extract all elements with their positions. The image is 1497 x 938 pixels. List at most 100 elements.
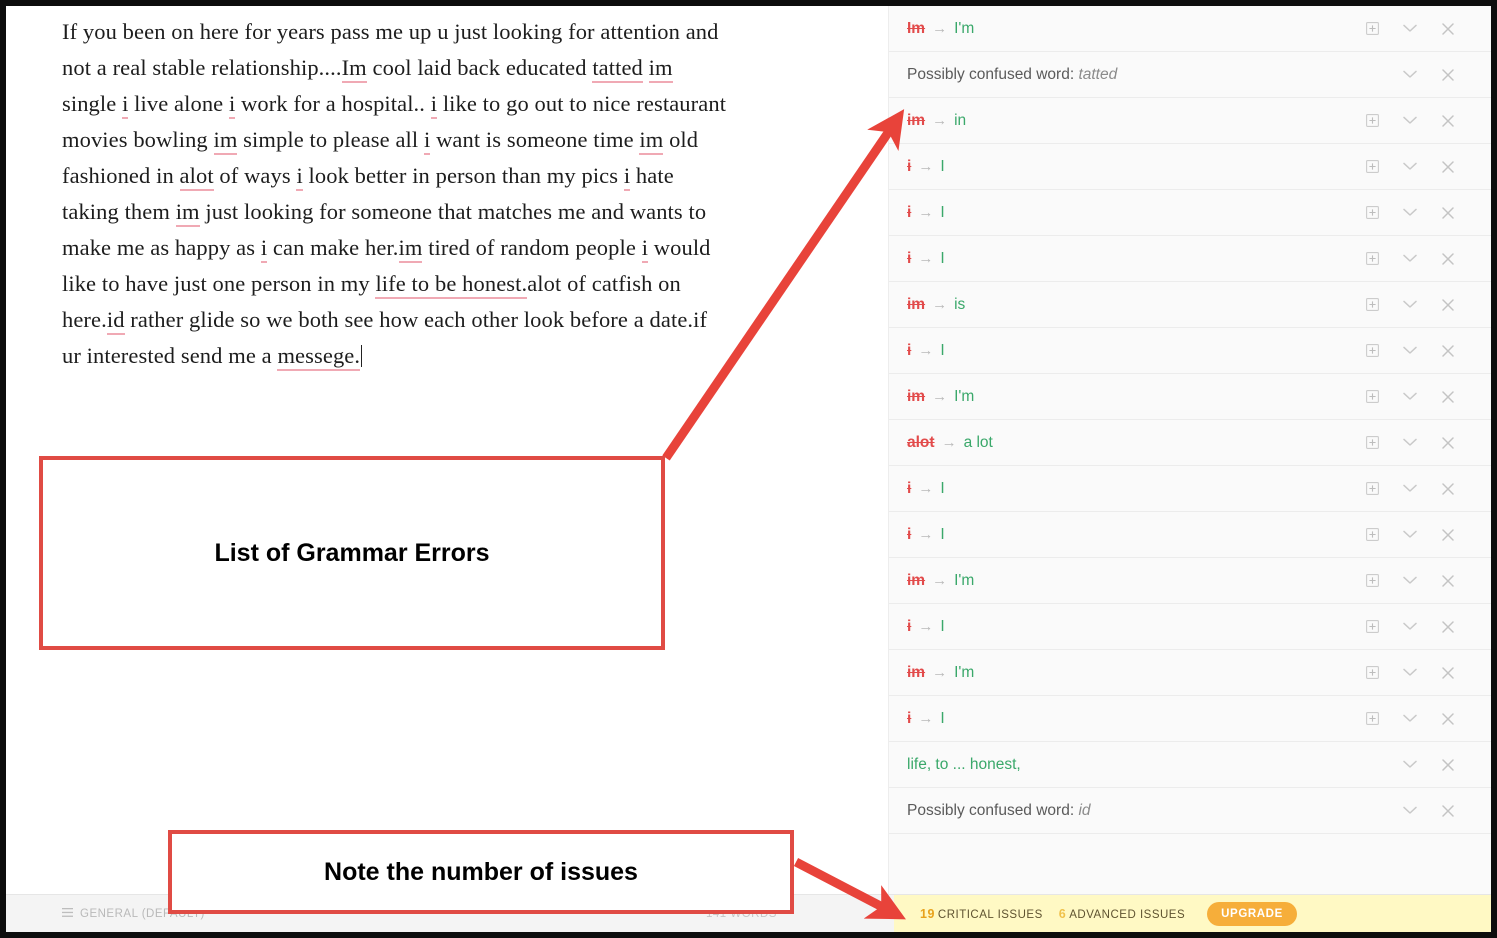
close-icon[interactable] bbox=[1429, 470, 1467, 508]
chevron-down-icon[interactable] bbox=[1391, 378, 1429, 416]
suggestion-content[interactable]: im → I'm bbox=[907, 388, 1353, 406]
suggestion-row[interactable]: im → is bbox=[889, 282, 1491, 328]
close-icon[interactable] bbox=[1429, 148, 1467, 186]
grammar-error-underline[interactable]: alot bbox=[179, 163, 214, 191]
grammar-error-underline[interactable]: id bbox=[106, 307, 125, 335]
close-icon[interactable] bbox=[1429, 56, 1467, 94]
suggestion-row[interactable]: alot → a lot bbox=[889, 420, 1491, 466]
add-to-dictionary-icon[interactable] bbox=[1353, 516, 1391, 554]
chevron-down-icon[interactable] bbox=[1391, 608, 1429, 646]
suggestion-row[interactable]: life, to ... honest, bbox=[889, 742, 1491, 788]
add-to-dictionary-icon[interactable] bbox=[1353, 148, 1391, 186]
suggestion-row[interactable]: Possibly confused word: tatted bbox=[889, 52, 1491, 98]
add-to-dictionary-icon[interactable] bbox=[1353, 286, 1391, 324]
grammar-error-underline[interactable]: tatted bbox=[592, 55, 643, 83]
close-icon[interactable] bbox=[1429, 378, 1467, 416]
suggestion-row[interactable]: i → I bbox=[889, 236, 1491, 282]
close-icon[interactable] bbox=[1429, 286, 1467, 324]
chevron-down-icon[interactable] bbox=[1391, 654, 1429, 692]
add-to-dictionary-icon[interactable] bbox=[1353, 240, 1391, 278]
suggestion-content[interactable]: i → I bbox=[907, 480, 1353, 498]
close-icon[interactable] bbox=[1429, 424, 1467, 462]
suggestion-content[interactable]: i → I bbox=[907, 710, 1353, 728]
advanced-issues-badge[interactable]: 6 ADVANCED ISSUES bbox=[1059, 907, 1185, 921]
close-icon[interactable] bbox=[1429, 654, 1467, 692]
grammar-error-underline[interactable]: im bbox=[213, 127, 238, 155]
document-text[interactable]: If you been on here for years pass me up… bbox=[62, 14, 834, 374]
close-icon[interactable] bbox=[1429, 10, 1467, 48]
suggestion-content[interactable]: im → in bbox=[907, 112, 1353, 130]
chevron-down-icon[interactable] bbox=[1391, 148, 1429, 186]
grammar-error-underline[interactable]: life to be honest. bbox=[375, 271, 528, 299]
suggestion-row[interactable]: im → in bbox=[889, 98, 1491, 144]
suggestion-row[interactable]: Im → I'm bbox=[889, 6, 1491, 52]
chevron-down-icon[interactable] bbox=[1391, 56, 1429, 94]
close-icon[interactable] bbox=[1429, 240, 1467, 278]
suggestion-row[interactable]: i → I bbox=[889, 328, 1491, 374]
chevron-down-icon[interactable] bbox=[1391, 516, 1429, 554]
chevron-down-icon[interactable] bbox=[1391, 332, 1429, 370]
suggestion-row[interactable]: i → I bbox=[889, 190, 1491, 236]
suggestion-row[interactable]: i → I bbox=[889, 466, 1491, 512]
suggestion-content[interactable]: Im → I'm bbox=[907, 20, 1353, 38]
close-icon[interactable] bbox=[1429, 516, 1467, 554]
grammar-error-underline[interactable]: messege. bbox=[277, 343, 361, 371]
suggestion-content[interactable]: i → I bbox=[907, 204, 1353, 222]
chevron-down-icon[interactable] bbox=[1391, 10, 1429, 48]
suggestion-content[interactable]: i → I bbox=[907, 158, 1353, 176]
chevron-down-icon[interactable] bbox=[1391, 700, 1429, 738]
suggestion-content[interactable]: im → is bbox=[907, 296, 1353, 314]
grammar-error-underline[interactable]: im bbox=[648, 55, 673, 83]
close-icon[interactable] bbox=[1429, 332, 1467, 370]
chevron-down-icon[interactable] bbox=[1391, 102, 1429, 140]
add-to-dictionary-icon[interactable] bbox=[1353, 102, 1391, 140]
chevron-down-icon[interactable] bbox=[1391, 792, 1429, 830]
grammar-error-underline[interactable]: im bbox=[639, 127, 664, 155]
suggestion-row[interactable]: Possibly confused word: id bbox=[889, 788, 1491, 834]
suggestion-content[interactable]: im → I'm bbox=[907, 664, 1353, 682]
critical-issues-badge[interactable]: 19 CRITICAL ISSUES bbox=[920, 907, 1043, 921]
close-icon[interactable] bbox=[1429, 102, 1467, 140]
chevron-down-icon[interactable] bbox=[1391, 470, 1429, 508]
suggestions-panel[interactable]: Im → I'm Possibly confused word: tatted im → i… bbox=[888, 6, 1491, 906]
add-to-dictionary-icon[interactable] bbox=[1353, 470, 1391, 508]
suggestion-content[interactable]: life, to ... honest, bbox=[907, 756, 1353, 774]
chevron-down-icon[interactable] bbox=[1391, 240, 1429, 278]
add-to-dictionary-icon[interactable] bbox=[1353, 378, 1391, 416]
add-to-dictionary-icon[interactable] bbox=[1353, 10, 1391, 48]
close-icon[interactable] bbox=[1429, 194, 1467, 232]
close-icon[interactable] bbox=[1429, 700, 1467, 738]
close-icon[interactable] bbox=[1429, 562, 1467, 600]
chevron-down-icon[interactable] bbox=[1391, 286, 1429, 324]
suggestion-row[interactable]: im → I'm bbox=[889, 558, 1491, 604]
add-to-dictionary-icon[interactable] bbox=[1353, 424, 1391, 462]
upgrade-button[interactable]: UPGRADE bbox=[1207, 902, 1297, 926]
add-to-dictionary-icon[interactable] bbox=[1353, 700, 1391, 738]
add-to-dictionary-icon[interactable] bbox=[1353, 332, 1391, 370]
suggestion-content[interactable]: alot → a lot bbox=[907, 434, 1353, 452]
suggestion-row[interactable]: i → I bbox=[889, 512, 1491, 558]
chevron-down-icon[interactable] bbox=[1391, 424, 1429, 462]
suggestion-content[interactable]: i → I bbox=[907, 526, 1353, 544]
chevron-down-icon[interactable] bbox=[1391, 562, 1429, 600]
suggestion-content[interactable]: Possibly confused word: id bbox=[907, 802, 1353, 820]
suggestion-row[interactable]: i → I bbox=[889, 604, 1491, 650]
add-to-dictionary-icon[interactable] bbox=[1353, 562, 1391, 600]
suggestion-row[interactable]: i → I bbox=[889, 144, 1491, 190]
grammar-error-underline[interactable]: im bbox=[175, 199, 200, 227]
close-icon[interactable] bbox=[1429, 792, 1467, 830]
suggestion-content[interactable]: im → I'm bbox=[907, 572, 1353, 590]
grammar-error-underline[interactable]: Im bbox=[341, 55, 367, 83]
suggestion-content[interactable]: i → I bbox=[907, 342, 1353, 360]
suggestion-row[interactable]: i → I bbox=[889, 696, 1491, 742]
add-to-dictionary-icon[interactable] bbox=[1353, 608, 1391, 646]
chevron-down-icon[interactable] bbox=[1391, 746, 1429, 784]
suggestion-content[interactable]: i → I bbox=[907, 250, 1353, 268]
close-icon[interactable] bbox=[1429, 608, 1467, 646]
add-to-dictionary-icon[interactable] bbox=[1353, 654, 1391, 692]
suggestion-row[interactable]: im → I'm bbox=[889, 374, 1491, 420]
close-icon[interactable] bbox=[1429, 746, 1467, 784]
grammar-error-underline[interactable]: im bbox=[398, 235, 423, 263]
suggestion-row[interactable]: im → I'm bbox=[889, 650, 1491, 696]
suggestion-content[interactable]: Possibly confused word: tatted bbox=[907, 66, 1353, 84]
